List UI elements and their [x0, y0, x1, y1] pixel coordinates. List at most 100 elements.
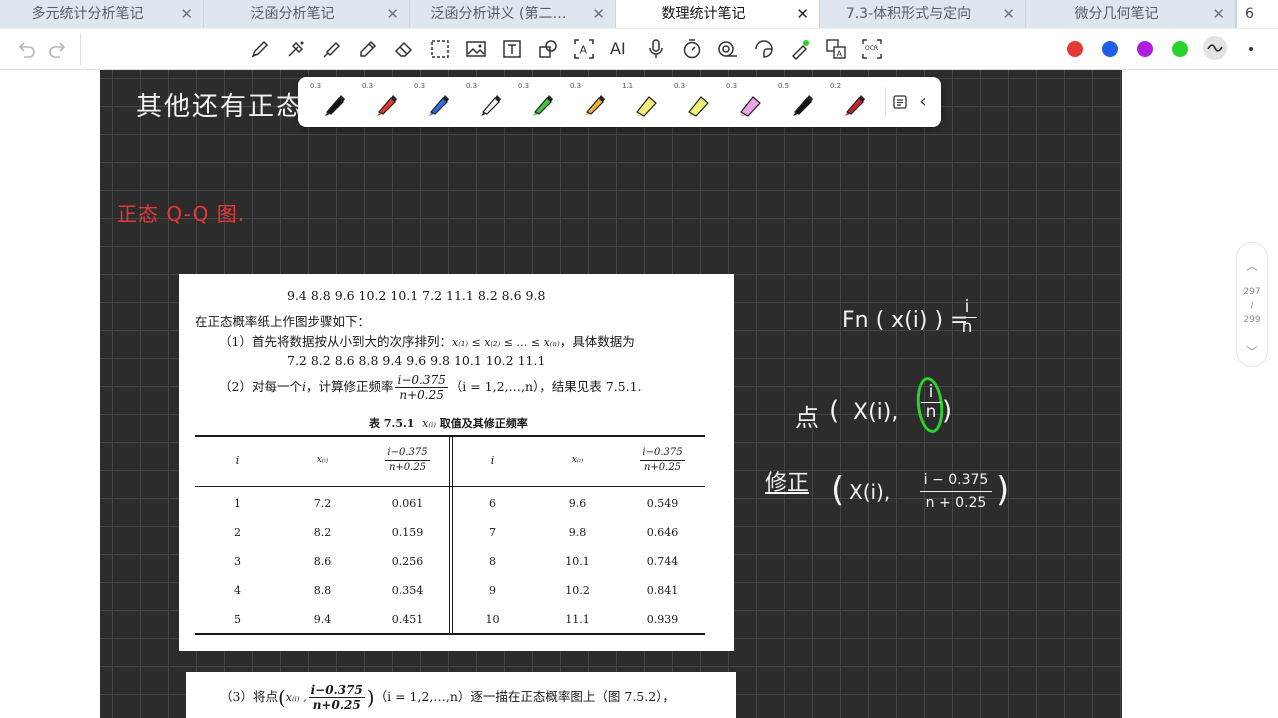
pen-preset[interactable]: 0.3	[308, 77, 360, 127]
tab-label: 7.3-体积形式与定向	[845, 6, 972, 22]
pen-preset[interactable]: 0.3	[360, 77, 412, 127]
color-green-swatch[interactable]	[1172, 41, 1188, 57]
pen-icon	[845, 95, 865, 116]
lasso-select-icon[interactable]	[429, 38, 451, 60]
page-navigator: ︿ 297 / 299 ﹀	[1236, 242, 1268, 367]
microphone-icon[interactable]	[645, 38, 667, 60]
tape-icon[interactable]	[717, 38, 739, 60]
table-row: 1 7.2 0.061 6 9.6 0.549	[234, 497, 679, 510]
pen-preset[interactable]: 0.5	[776, 77, 828, 127]
handwritten-point-close: )	[942, 396, 953, 426]
text-recognition-icon[interactable]: A	[573, 38, 595, 60]
handwritten-point-label: 点	[795, 404, 819, 432]
pen-preset[interactable]: 0.3	[568, 77, 620, 127]
svg-text:A: A	[580, 44, 588, 57]
tab-count-label: 6	[1245, 6, 1254, 22]
tab-label: 微分几何笔记	[1074, 6, 1159, 22]
table-caption: 表 7.5.1 x₍ᵢ₎ 取值及其修正频率	[369, 417, 528, 430]
table-row: 2 8.2 0.159 7 9.8 0.646	[234, 526, 679, 539]
pen-icon	[325, 95, 345, 116]
tab-close-icon[interactable]: ✕	[1212, 0, 1225, 28]
pen-preset[interactable]: 0.3	[412, 77, 464, 127]
table-row: 4 8.8 0.354 9 10.2 0.841	[234, 584, 679, 597]
tab-close-icon[interactable]: ✕	[592, 0, 605, 28]
laser-pointer-icon[interactable]	[789, 38, 811, 60]
tab-volume-form[interactable]: 7.3-体积形式与定向 ✕	[820, 0, 1026, 28]
highlighter-preset[interactable]: 0.3	[724, 77, 776, 127]
image-icon[interactable]	[465, 38, 487, 60]
table-row: 5 9.4 0.451 10 11.1 0.939	[234, 613, 679, 626]
tab-close-icon[interactable]: ✕	[386, 0, 399, 28]
tab-bar: 多元统计分析笔记 ✕ 泛函分析笔记 ✕ 泛函分析讲义 (第二… ✕ 数理统计笔记…	[0, 0, 1278, 29]
current-page-number: 297	[1243, 287, 1261, 297]
step-3: （3）将点(x₍ᵢ₎ , i−0.375 n+0.25)（i = 1,2,…,n）逐…	[220, 683, 675, 712]
highlighter-icon	[740, 96, 761, 117]
tab-functional-analysis-notes[interactable]: 泛函分析笔记 ✕	[204, 0, 410, 28]
tab-close-icon[interactable]: ✕	[1002, 0, 1015, 28]
tab-count[interactable]: 6	[1236, 0, 1278, 28]
tab-mathematical-statistics[interactable]: 数理统计笔记 ✕	[616, 0, 820, 28]
pen-preset[interactable]: 0.3	[464, 77, 516, 127]
textbook-scan-continued[interactable]: （3）将点(x₍ᵢ₎ , i−0.375 n+0.25)（i = 1,2,…,n）逐…	[186, 672, 736, 718]
stroke-style-button[interactable]	[1203, 36, 1227, 60]
pen-settings-icon[interactable]	[892, 94, 908, 110]
redo-icon[interactable]	[47, 38, 69, 60]
tab-differential-geometry[interactable]: 微分几何笔记 ✕	[1026, 0, 1236, 28]
sticker-icon[interactable]	[753, 38, 775, 60]
textbook-scan[interactable]: 9.4 8.8 9.6 10.2 10.1 7.2 11.1 8.2 8.6 9…	[179, 274, 734, 651]
tab-functional-analysis-lecture[interactable]: 泛函分析讲义 (第二… ✕	[410, 0, 616, 28]
tab-close-icon[interactable]: ✕	[180, 0, 193, 28]
color-blue-swatch[interactable]	[1102, 41, 1118, 57]
handwritten-qq-heading: 正态 Q-Q 图.	[117, 202, 246, 226]
highlighter-preset[interactable]: 0.3	[672, 77, 724, 127]
ocr-icon[interactable]: OCR	[861, 38, 883, 60]
svg-text:A: A	[837, 50, 843, 59]
shapes-icon[interactable]	[537, 38, 559, 60]
highlighter-icon[interactable]	[357, 38, 379, 60]
page-down-button[interactable]: ﹀	[1237, 343, 1267, 360]
handwritten-fraction-i-over-n: i n	[957, 298, 977, 337]
pen-preset[interactable]: 0.3	[516, 77, 568, 127]
eraser-icon[interactable]	[393, 38, 415, 60]
highlighter-icon	[636, 96, 657, 117]
tab-multivariate-stats[interactable]: 多元统计分析笔记 ✕	[0, 0, 204, 28]
ai-icon[interactable]: AI	[609, 38, 635, 60]
timer-icon[interactable]	[681, 38, 703, 60]
tab-label: 数理统计笔记	[661, 6, 746, 22]
handwritten-point-fraction: i n	[921, 383, 941, 422]
translate-icon[interactable]: A	[825, 38, 847, 60]
pen-preset[interactable]: 0.2	[828, 77, 880, 127]
header-frequency: i−0.375 n+0.25	[385, 446, 430, 473]
page-up-button[interactable]: ︿	[1237, 257, 1267, 274]
handwritten-corrected-open: (	[831, 470, 845, 510]
table-top-rule	[195, 435, 705, 437]
collapse-panel-icon[interactable]: ‹	[915, 93, 931, 111]
pen-icon[interactable]	[249, 38, 271, 60]
frequency-table: i x₍ᵢ₎ i−0.375 n+0.25 i x₍ᵢ₎ i−0.375 n+0.2…	[195, 438, 705, 634]
toolbar: A AI A OCR	[0, 29, 1278, 70]
fountain-pen-icon[interactable]	[285, 38, 307, 60]
table-header-row: i x₍ᵢ₎ i−0.375 n+0.25 i x₍ᵢ₎ i−0.375 n+0.2…	[195, 438, 705, 482]
page-separator: /	[1250, 301, 1254, 311]
handwritten-corrected-fraction: i − 0.375 n + 0.25	[920, 469, 992, 514]
sorted-data-row: 7.2 8.2 8.6 8.8 9.4 9.6 9.8 10.1 10.2 11…	[287, 353, 546, 368]
pen-icon	[429, 95, 449, 116]
header-x: x₍ᵢ₎	[316, 455, 329, 465]
text-box-icon[interactable]	[501, 38, 523, 60]
handwritten-corrected-x: X(i),	[849, 480, 891, 504]
total-pages: 299	[1243, 315, 1261, 325]
procedure-intro: 在正态概率纸上作图步骤如下：	[195, 314, 371, 329]
header-i: i	[235, 453, 240, 467]
tab-close-icon[interactable]: ✕	[796, 0, 809, 28]
step-1: （1）首先将数据按从小到大的次序排列：x₍₁₎ ≤ x₍₂₎ ≤ … ≤ x₍ₙ…	[219, 334, 635, 349]
highlighter-icon	[688, 96, 709, 117]
highlighter-preset[interactable]: 1.1	[620, 77, 672, 127]
color-red-swatch[interactable]	[1067, 41, 1083, 57]
undo-icon[interactable]	[15, 38, 37, 60]
more-options-icon[interactable]	[1249, 47, 1253, 51]
pen-icon	[481, 95, 501, 116]
marker-icon[interactable]	[321, 38, 343, 60]
pen-icon	[793, 95, 813, 116]
panel-divider	[885, 87, 886, 117]
color-purple-swatch[interactable]	[1137, 41, 1153, 57]
